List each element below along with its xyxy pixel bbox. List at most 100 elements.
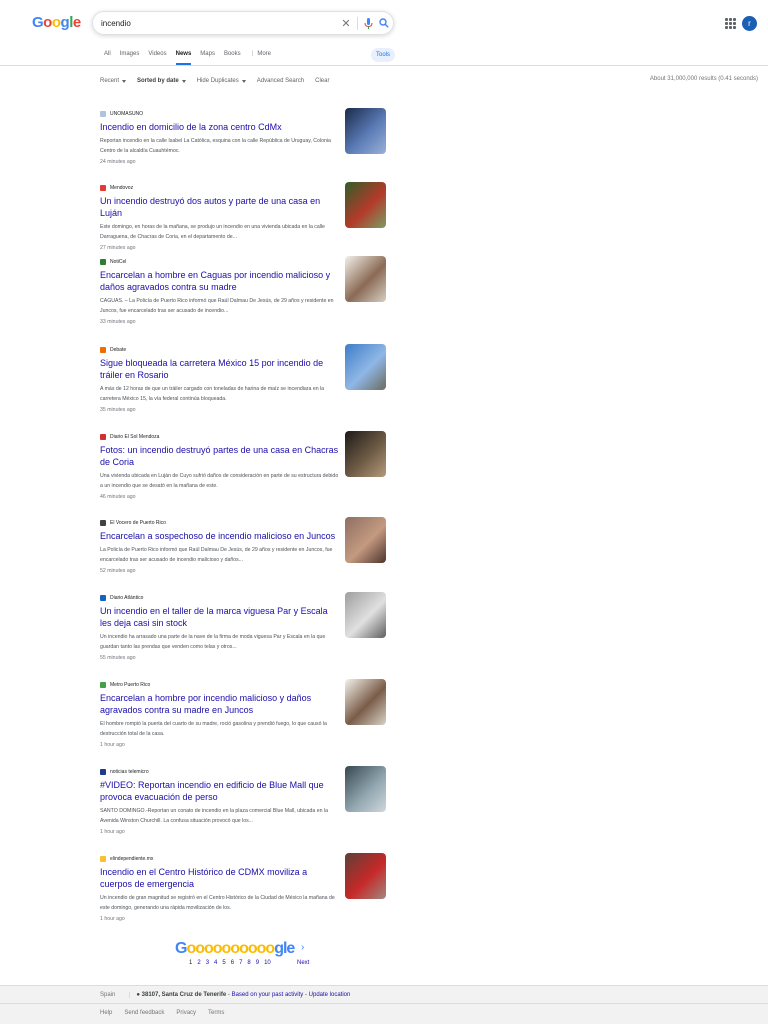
search-icon[interactable] [377, 16, 391, 30]
result-title-link[interactable]: Encarcelan a hombre por incendio malicio… [100, 692, 340, 716]
page-number-link[interactable]: 9 [256, 960, 259, 966]
result-title-link[interactable]: Encarcelan a sospechoso de incendio mali… [100, 530, 340, 542]
hide-duplicates-filter[interactable]: Hide Duplicates [197, 78, 246, 84]
result-title-link[interactable]: Incendio en el Centro Histórico de CDMX … [100, 866, 340, 890]
page-number-link[interactable]: 7 [239, 960, 242, 966]
page-number-link[interactable]: 3 [206, 960, 209, 966]
news-result: NotiCel Encarcelan a hombre en Caguas por… [100, 256, 390, 325]
account-avatar[interactable]: r [742, 16, 757, 31]
chevron-down-icon [122, 79, 127, 83]
advanced-search-link[interactable]: Advanced Search [257, 78, 304, 84]
footer-link-terms[interactable]: Terms [208, 1010, 224, 1016]
result-source-name: UNOMASUNO [110, 111, 144, 117]
tab-videos[interactable]: Videos [148, 49, 166, 65]
next-page-link[interactable]: Next [297, 960, 309, 966]
next-arrow-icon[interactable]: › [301, 942, 304, 953]
clear-icon[interactable]: ✕ [339, 16, 353, 30]
result-title-link[interactable]: Encarcelan a hombre en Caguas por incend… [100, 269, 340, 293]
tab-more[interactable]: ⋮ More [250, 49, 271, 65]
page-number-link[interactable]: 10 [264, 960, 271, 966]
chevron-down-icon [241, 79, 246, 83]
recent-filter[interactable]: Recent [100, 78, 127, 84]
result-snippet: Reportan incendio en la calle Isabel La … [100, 138, 331, 154]
update-location-link[interactable]: Update location [309, 992, 351, 998]
search-box: ✕ [92, 11, 394, 35]
footer-location-row: Spain ● 38107, Santa Cruz de Tenerife - … [0, 986, 768, 1004]
pagination: Goooooooooogle › 1 2 3 4 5 6 7 8 9 10 Next [175, 940, 335, 970]
result-source-name: Debate [110, 347, 127, 353]
result-time: 1 hour ago [100, 829, 125, 835]
result-snippet: El hombre rompió la puerta del cuarto de… [100, 721, 327, 737]
result-source-name: El Vocero de Puerto Rico [110, 520, 166, 526]
tab-books[interactable]: Books [224, 49, 241, 65]
result-time: 55 minutes ago [100, 655, 136, 661]
page-number-link[interactable]: 2 [197, 960, 200, 966]
location-dot-icon: ● [136, 991, 140, 998]
result-title-link[interactable]: Incendio en domicilio de la zona centro … [100, 121, 340, 133]
news-result: noticias telemicro #VIDEO: Reportan incen… [100, 766, 390, 835]
page-number-link[interactable]: 8 [247, 960, 250, 966]
source-favicon-icon [100, 769, 106, 775]
news-result: Diario El Sol Mendoza Fotos: un incendio … [100, 431, 390, 500]
source-favicon-icon [100, 682, 106, 688]
page-number-link[interactable]: 4 [214, 960, 217, 966]
result-thumbnail[interactable] [345, 766, 386, 812]
result-title-link[interactable]: Un incendio en el taller de la marca vig… [100, 605, 340, 629]
footer-link-send-feedback[interactable]: Send feedback [124, 1010, 164, 1016]
result-thumbnail[interactable] [345, 108, 386, 154]
result-time: 24 minutes ago [100, 159, 136, 165]
search-input[interactable] [101, 16, 331, 31]
result-snippet: La Policía de Puerto Rico informó que Ra… [100, 547, 333, 563]
filter-bar: Recent Sorted by date Hide Duplicates Ad… [100, 76, 340, 86]
result-thumbnail[interactable] [345, 256, 386, 302]
apps-grid-icon[interactable] [725, 18, 736, 29]
result-thumbnail[interactable] [345, 431, 386, 477]
tools-button[interactable]: Tools [371, 48, 396, 62]
result-snippet: Una vivienda ubicada en Luján de Cuyo su… [100, 473, 339, 489]
result-title-link[interactable]: #VIDEO: Reportan incendio en edificio de… [100, 779, 340, 803]
news-result: Diario Atlántico Un incendio en el taller… [100, 592, 390, 661]
result-title-link[interactable]: Sigue bloqueada la carretera México 15 p… [100, 357, 340, 381]
pagination-logo: Goooooooooogle [175, 940, 295, 957]
result-thumbnail[interactable] [345, 679, 386, 725]
result-snippet: Un incendio ha arrasado una parte de la … [100, 634, 326, 650]
page-number-link[interactable]: 5 [222, 960, 225, 966]
source-favicon-icon [100, 347, 106, 353]
result-time: 27 minutes ago [100, 245, 136, 251]
footer-location: ● 38107, Santa Cruz de Tenerife - Based … [129, 991, 351, 998]
footer-link-help[interactable]: Help [100, 1010, 112, 1016]
result-time: 35 minutes ago [100, 407, 136, 413]
tab-news[interactable]: News [175, 49, 192, 65]
past-activity-link[interactable]: Based on your past activity [232, 992, 304, 998]
footer: Spain ● 38107, Santa Cruz de Tenerife - … [0, 985, 768, 1024]
page-number-link: 1 [189, 960, 193, 966]
page-numbers: 1 2 3 4 5 6 7 8 9 10 [189, 960, 271, 966]
google-logo[interactable]: Google [32, 14, 81, 31]
result-thumbnail[interactable] [345, 517, 386, 563]
result-source-name: Metro Puerto Rico [110, 682, 151, 688]
source-favicon-icon [100, 259, 106, 265]
result-source-name: Diario El Sol Mendoza [110, 434, 160, 440]
result-snippet: Este domingo, en horas de la mañana, se … [100, 224, 325, 240]
result-time: 1 hour ago [100, 742, 125, 748]
tab-images[interactable]: Images [120, 49, 140, 65]
tab-all[interactable]: All [104, 49, 111, 65]
result-title-link[interactable]: Un incendio destruyó dos autos y parte d… [100, 195, 340, 219]
result-thumbnail[interactable] [345, 853, 386, 899]
search-tabs: All Images Videos News Maps Books ⋮ More [104, 49, 280, 65]
result-thumbnail[interactable] [345, 592, 386, 638]
result-thumbnail[interactable] [345, 344, 386, 390]
news-result: Mendovoz Un incendio destruyó dos autos y… [100, 182, 390, 251]
sorted-by-date-filter[interactable]: Sorted by date [137, 78, 186, 84]
chevron-down-icon [181, 79, 186, 83]
tab-maps[interactable]: Maps [200, 49, 215, 65]
news-result: Debate Sigue bloqueada la carretera Méxic… [100, 344, 390, 413]
result-snippet: A más de 12 horas de que un tráiler carg… [100, 386, 325, 402]
result-source-name: Diario Atlántico [110, 595, 144, 601]
microphone-icon[interactable] [361, 16, 375, 30]
result-title-link[interactable]: Fotos: un incendio destruyó partes de un… [100, 444, 340, 468]
clear-filters-link[interactable]: Clear [315, 78, 329, 84]
result-thumbnail[interactable] [345, 182, 386, 228]
footer-link-privacy[interactable]: Privacy [176, 1010, 196, 1016]
page-number-link[interactable]: 6 [231, 960, 234, 966]
